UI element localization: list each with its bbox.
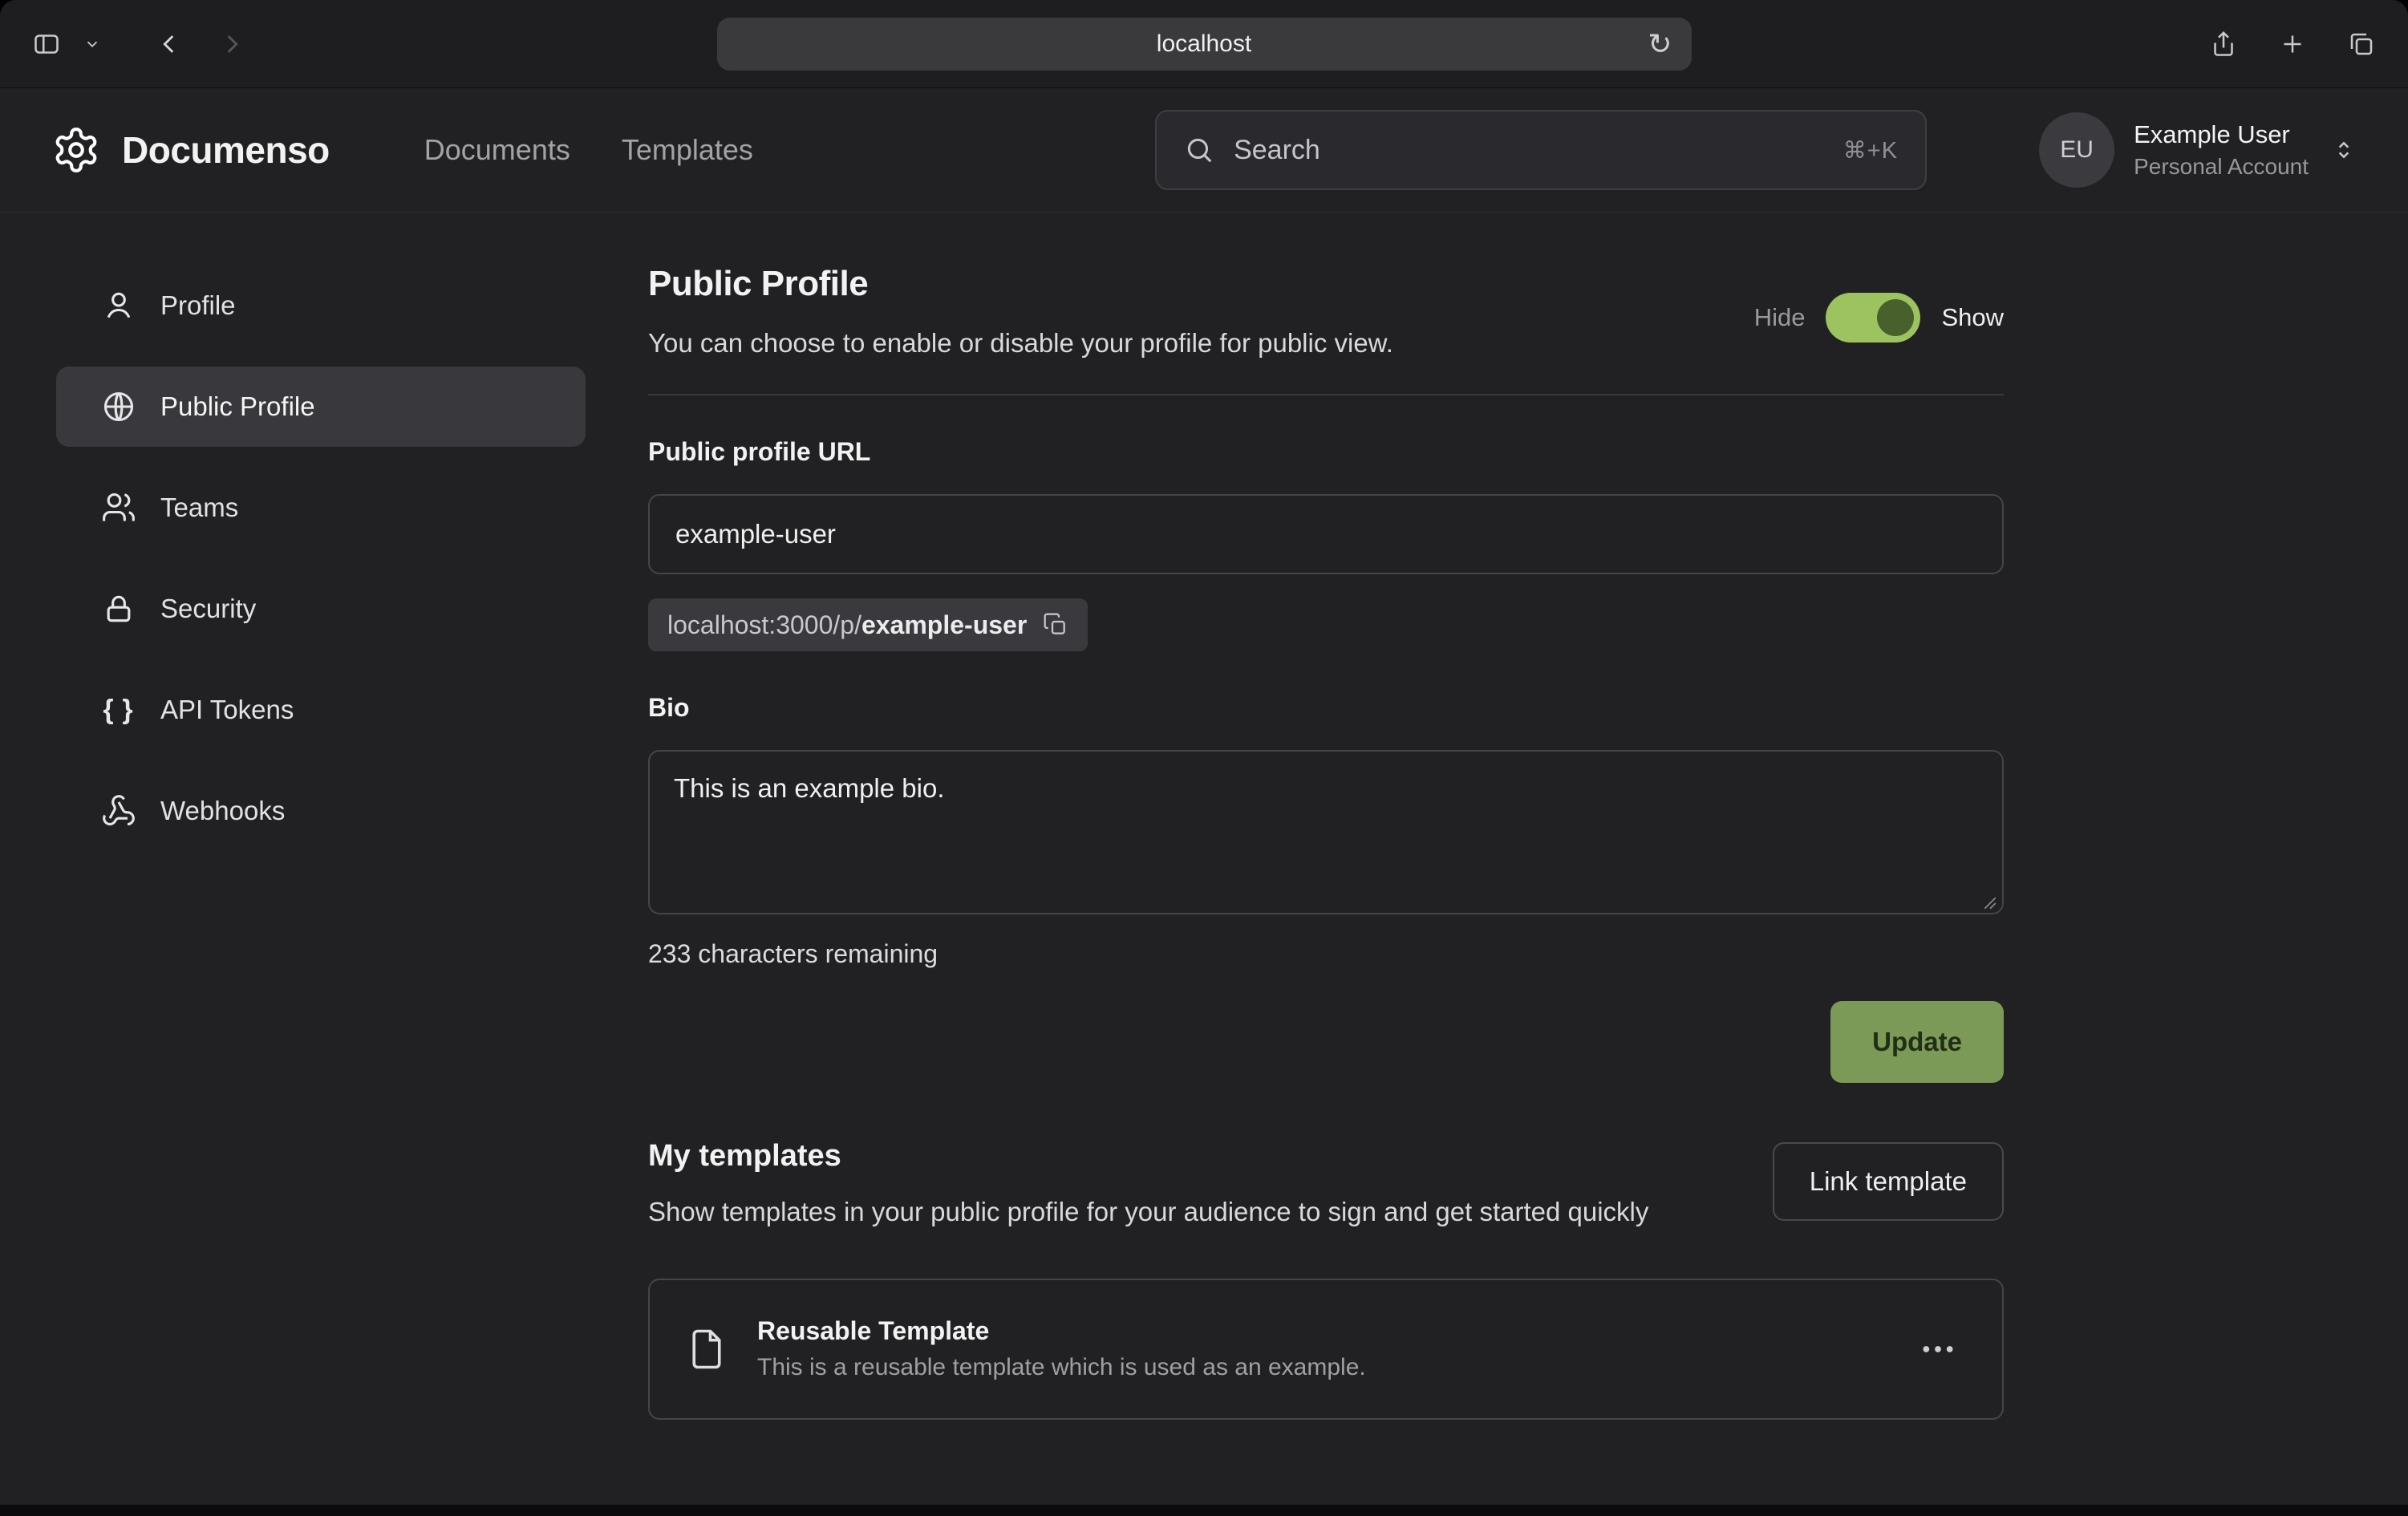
tabs-overview-button[interactable] bbox=[2339, 22, 2384, 67]
my-templates-head: My templates Show templates in your publ… bbox=[648, 1139, 2004, 1230]
page-head-text: Public Profile You can choose to enable … bbox=[648, 264, 1393, 359]
sidebar-item-teams[interactable]: Teams bbox=[56, 468, 586, 548]
search-box[interactable]: ⌘+K bbox=[1155, 110, 1927, 190]
app-header: Documenso Documents Templates ⌘+K EU Exa… bbox=[0, 88, 2408, 213]
toggle-knob bbox=[1877, 299, 1914, 336]
template-card: Reusable Template This is a reusable tem… bbox=[648, 1279, 2004, 1420]
share-icon bbox=[2209, 30, 2238, 59]
profile-link-copy-chip[interactable]: localhost:3000/p/example-user bbox=[648, 598, 1088, 651]
search-shortcut: ⌘+K bbox=[1843, 136, 1898, 164]
chrome-right-controls bbox=[1887, 22, 2384, 67]
profile-url-input[interactable] bbox=[648, 494, 2004, 574]
template-card-text: Reusable Template This is a reusable tem… bbox=[757, 1316, 1366, 1381]
update-row: Update bbox=[648, 1001, 2004, 1083]
bio-textarea[interactable]: This is an example bio. bbox=[648, 750, 2004, 914]
chrome-center: localhost ↻ bbox=[521, 18, 1887, 71]
toggle-show-label: Show bbox=[1941, 303, 2004, 332]
profile-link-text: localhost:3000/p/example-user bbox=[667, 610, 1027, 640]
settings-sidebar: Profile Public Profile Teams Security bbox=[0, 213, 597, 1516]
more-options-button[interactable] bbox=[1909, 1328, 1967, 1370]
user-name: Example User bbox=[2134, 120, 2309, 149]
nav-item-templates[interactable]: Templates bbox=[622, 133, 753, 167]
user-text: Example User Personal Account bbox=[2134, 120, 2309, 180]
tab-overview-chevron-button[interactable] bbox=[75, 27, 109, 61]
visibility-toggle-group: Hide Show bbox=[1754, 293, 2004, 343]
chevrons-up-down-icon bbox=[2331, 137, 2357, 163]
ellipsis-icon bbox=[1920, 1340, 1956, 1359]
main-panel: Public Profile You can choose to enable … bbox=[597, 213, 2408, 1516]
user-menu[interactable]: EU Example User Personal Account bbox=[2039, 112, 2357, 188]
tabs-icon bbox=[2347, 30, 2376, 59]
reload-icon[interactable]: ↻ bbox=[1648, 30, 1672, 59]
sidebar-toggle-button[interactable] bbox=[24, 22, 69, 67]
sidebar-item-label: Teams bbox=[160, 492, 238, 523]
braces-icon: { } bbox=[101, 695, 136, 726]
app-body: Profile Public Profile Teams Security bbox=[0, 213, 2408, 1516]
my-templates-description: Show templates in your public profile fo… bbox=[648, 1194, 1648, 1230]
my-templates-title: My templates bbox=[648, 1139, 1648, 1173]
update-button[interactable]: Update bbox=[1830, 1001, 2004, 1083]
toggle-hide-label: Hide bbox=[1754, 303, 1806, 332]
file-icon bbox=[685, 1324, 728, 1374]
chevron-right-icon bbox=[218, 30, 245, 58]
resize-handle[interactable] bbox=[1983, 896, 1997, 910]
sidebar-item-label: API Tokens bbox=[160, 695, 294, 725]
sidebar-item-label: Webhooks bbox=[160, 796, 285, 826]
chevron-down-icon bbox=[83, 35, 101, 53]
my-templates-head-text: My templates Show templates in your publ… bbox=[648, 1139, 1648, 1230]
sidebar-item-label: Public Profile bbox=[160, 391, 315, 422]
back-button[interactable] bbox=[148, 22, 191, 66]
profile-url-label: Public profile URL bbox=[648, 437, 2004, 467]
sidebar-panel-icon bbox=[32, 30, 61, 59]
address-bar[interactable]: localhost ↻ bbox=[717, 18, 1692, 71]
copy-icon[interactable] bbox=[1043, 612, 1068, 638]
template-card-description: This is a reusable template which is use… bbox=[757, 1354, 1366, 1381]
sidebar-item-label: Profile bbox=[160, 290, 236, 321]
page-head: Public Profile You can choose to enable … bbox=[648, 264, 2004, 359]
public-profile-settings: Public Profile You can choose to enable … bbox=[648, 264, 2004, 1420]
sidebar-item-security[interactable]: Security bbox=[56, 569, 586, 649]
globe-icon bbox=[101, 389, 136, 424]
webhook-icon bbox=[101, 793, 136, 829]
forward-button[interactable] bbox=[210, 22, 253, 66]
lock-icon bbox=[101, 591, 136, 626]
characters-remaining: 233 characters remaining bbox=[648, 939, 2004, 969]
documenso-logo-icon bbox=[51, 125, 101, 175]
sidebar-item-profile[interactable]: Profile bbox=[56, 266, 586, 346]
chrome-left-controls bbox=[24, 22, 521, 67]
section-divider bbox=[648, 394, 2004, 395]
users-icon bbox=[101, 490, 136, 525]
sidebar-item-webhooks[interactable]: Webhooks bbox=[56, 771, 586, 851]
browser-window: localhost ↻ Documenso Documents Tem bbox=[0, 0, 2408, 1516]
bio-label: Bio bbox=[648, 693, 2004, 723]
bio-textarea-wrap: This is an example bio. bbox=[648, 750, 2004, 918]
sidebar-item-public-profile[interactable]: Public Profile bbox=[56, 367, 586, 447]
plus-icon bbox=[2278, 30, 2307, 59]
template-card-title: Reusable Template bbox=[757, 1316, 1366, 1346]
nav-item-documents[interactable]: Documents bbox=[424, 133, 570, 167]
sidebar-item-label: Security bbox=[160, 594, 256, 624]
search-icon bbox=[1184, 135, 1214, 165]
chevron-left-icon bbox=[156, 30, 183, 58]
link-template-button[interactable]: Link template bbox=[1773, 1142, 2004, 1221]
new-tab-button[interactable] bbox=[2270, 22, 2315, 67]
avatar: EU bbox=[2039, 112, 2114, 188]
page-title: Public Profile bbox=[648, 264, 1393, 304]
profile-visibility-toggle[interactable] bbox=[1826, 293, 1920, 343]
share-button[interactable] bbox=[2201, 22, 2246, 67]
user-account-type: Personal Account bbox=[2134, 154, 2309, 180]
search-input[interactable] bbox=[1234, 135, 1824, 166]
brand-link[interactable]: Documenso bbox=[51, 125, 330, 175]
top-nav: Documents Templates bbox=[424, 133, 753, 167]
page-subtitle: You can choose to enable or disable your… bbox=[648, 328, 1393, 359]
window-bottom-edge bbox=[0, 1505, 2408, 1516]
browser-chrome: localhost ↻ bbox=[0, 0, 2408, 88]
url-text: localhost bbox=[1157, 30, 1251, 58]
sidebar-item-api-tokens[interactable]: { } API Tokens bbox=[56, 670, 586, 750]
brand-name: Documenso bbox=[122, 128, 330, 172]
user-icon bbox=[101, 288, 136, 323]
